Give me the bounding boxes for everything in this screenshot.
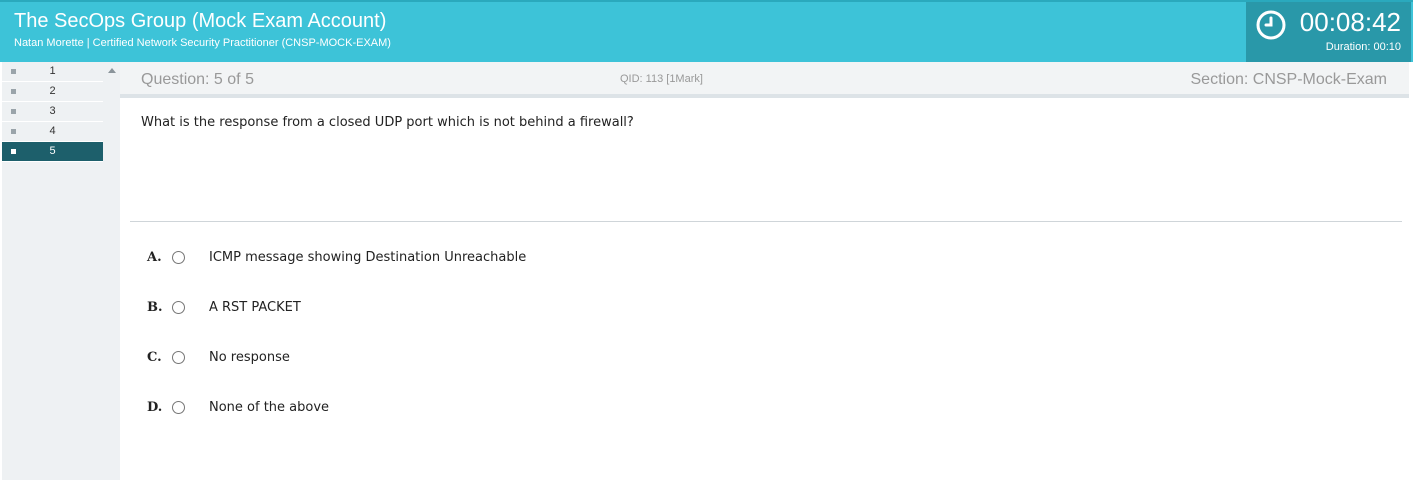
option-text: None of the above [209, 400, 330, 415]
question-text: What is the response from a closed UDP p… [141, 115, 634, 130]
question-number: 1 [49, 65, 56, 77]
option-radio[interactable] [172, 351, 185, 364]
option-text: No response [209, 350, 290, 365]
divider [130, 221, 1402, 222]
candidate-exam-info: Natan Morette | Certified Network Securi… [14, 37, 391, 49]
exam-duration: Duration: 00:10 [1325, 41, 1401, 53]
question-nav-item-5[interactable]: 5 [2, 142, 103, 162]
question-info-bar: Question: 5 of 5 QID: 113 [1Mark] Sectio… [120, 62, 1409, 98]
option-letter: D. [147, 400, 163, 415]
clock-icon [1256, 10, 1286, 40]
exam-title: The SecOps Group (Mock Exam Account) [14, 10, 387, 32]
timer-panel: 00:08:42 Duration: 00:10 [1246, 2, 1411, 62]
option-letter: B. [147, 300, 163, 315]
question-counter: Question: 5 of 5 [141, 71, 254, 88]
question-id: QID: 113 [1Mark] [620, 73, 703, 85]
question-panel: Question: 5 of 5 QID: 113 [1Mark] Sectio… [120, 62, 1413, 480]
exam-header: The SecOps Group (Mock Exam Account) Nat… [0, 0, 1413, 62]
option-radio[interactable] [172, 401, 185, 414]
question-navigator: 1 2 3 4 5 [2, 62, 103, 480]
option-letter: C. [147, 350, 162, 365]
option-letter: A. [147, 250, 162, 265]
scroll-up-arrow-icon[interactable] [108, 68, 116, 73]
question-nav-item-2[interactable]: 2 [2, 82, 103, 102]
question-nav-item-4[interactable]: 4 [2, 122, 103, 142]
countdown-timer: 00:08:42 [1299, 7, 1401, 37]
option-radio[interactable] [172, 251, 185, 264]
navigator-scrollbar[interactable] [103, 62, 120, 480]
question-number: 5 [49, 145, 56, 157]
option-text: ICMP message showing Destination Unreach… [209, 250, 527, 265]
question-number: 2 [49, 85, 56, 97]
question-nav-item-1[interactable]: 1 [2, 62, 103, 82]
option-radio[interactable] [172, 301, 185, 314]
question-number: 4 [49, 125, 56, 137]
option-text: A RST PACKET [209, 300, 301, 315]
question-number: 3 [49, 105, 56, 117]
question-nav-item-3[interactable]: 3 [2, 102, 103, 122]
section-label: Section: CNSP-Mock-Exam [1190, 71, 1388, 88]
